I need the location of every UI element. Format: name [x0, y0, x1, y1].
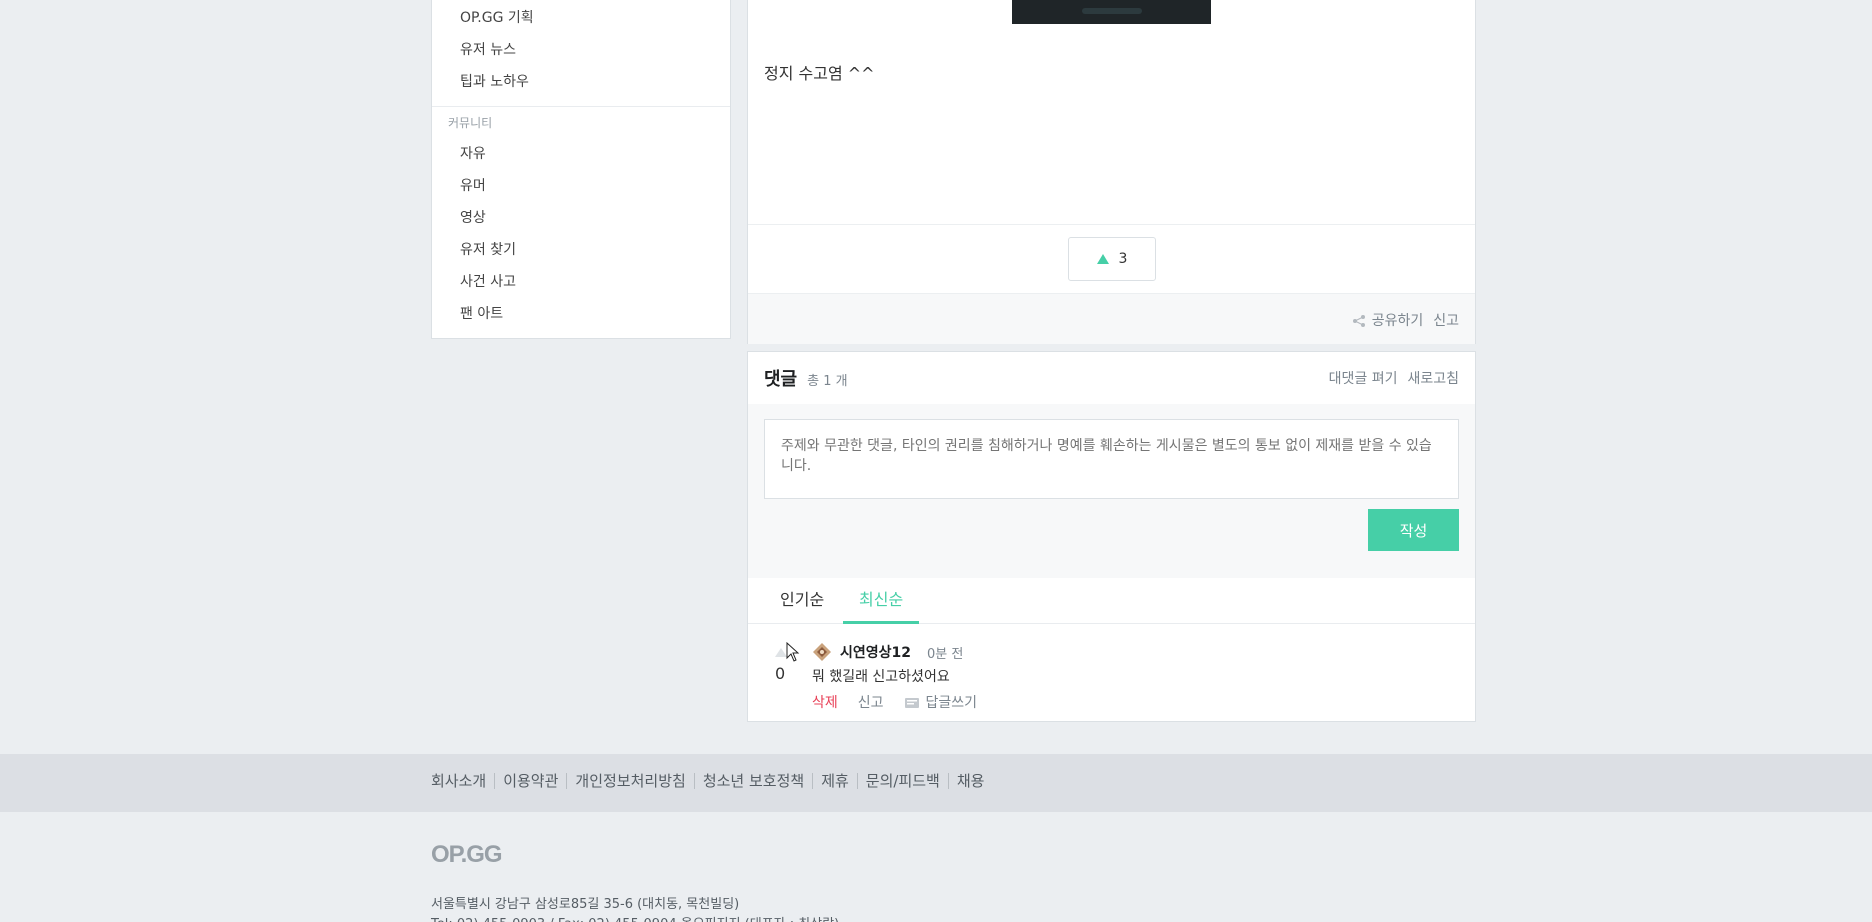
comment-report-button[interactable]: 신고	[858, 692, 884, 712]
post-card: 정지 수고염 ^^ 3 공유하기 신고	[747, 0, 1476, 344]
sidebar-item-incident[interactable]: 사건 사고	[460, 272, 516, 292]
comments-count: 총 1 개	[807, 374, 848, 389]
post-divider	[748, 224, 1475, 225]
comment-item: 0 시연영상12 0분 전 뭐 했길래 신고하셨어요 삭제 신고 답글쓰기	[748, 624, 1475, 722]
footer-contact: Tel: 02) 455-0903 / Fax: 02) 455-0904 옵으…	[431, 913, 839, 922]
expand-replies-button[interactable]: 대댓글 펴기	[1329, 368, 1398, 388]
sidebar-item-free[interactable]: 자유	[460, 144, 486, 164]
footer-link-feedback[interactable]: 문의/피드백	[856, 773, 948, 789]
tab-popular[interactable]: 인기순	[764, 590, 840, 624]
comment-score: 0	[775, 664, 786, 683]
comment-sort-tabs: 인기순 최신순	[748, 578, 1475, 624]
comment-time: 0분 전	[927, 646, 964, 662]
tier-badge-icon	[813, 643, 831, 661]
sidebar-item-humor[interactable]: 유머	[460, 176, 486, 196]
sidebar-item-find-user[interactable]: 유저 찾기	[460, 240, 516, 260]
refresh-button[interactable]: 새로고침	[1407, 368, 1459, 388]
comments-section: 댓글 총 1 개 대댓글 펴기 새로고침 작성 인기순 최신순 0 시연영상12…	[747, 351, 1476, 722]
sidebar-item-tips[interactable]: 팁과 노하우	[460, 72, 529, 92]
comment-submit-button[interactable]: 작성	[1368, 509, 1459, 551]
comment-delete-button[interactable]: 삭제	[812, 692, 838, 712]
community-sidebar: OP.GG 기획 유저 뉴스 팁과 노하우 커뮤니티 자유 유머 영상 유저 찾…	[431, 0, 731, 339]
footer-link-youth[interactable]: 청소년 보호정책	[693, 773, 812, 789]
footer-link-company[interactable]: 회사소개	[431, 773, 494, 789]
reply-icon	[904, 698, 919, 708]
sidebar-item-fan-art[interactable]: 팬 아트	[460, 304, 503, 324]
sidebar-section-community: 커뮤니티	[448, 116, 493, 130]
sidebar-divider	[432, 106, 730, 107]
footer-logo: OP.GG	[431, 841, 503, 868]
tab-latest[interactable]: 최신순	[843, 590, 920, 624]
sidebar-item-user-news[interactable]: 유저 뉴스	[460, 40, 516, 60]
footer-nav: 회사소개 이용약관 개인정보처리방침 청소년 보호정책 제휴 문의/피드백 채용	[0, 754, 1872, 812]
comment-author[interactable]: 시연영상12	[840, 642, 911, 662]
footer-link-careers[interactable]: 채용	[947, 773, 993, 789]
upvote-button[interactable]: 3	[1068, 237, 1156, 281]
upvote-arrow-icon	[1096, 254, 1109, 264]
footer-link-terms[interactable]: 이용약관	[494, 773, 566, 789]
upvote-count: 3	[1118, 251, 1128, 267]
comments-title: 댓글	[764, 369, 798, 390]
comment-input[interactable]	[764, 419, 1459, 499]
footer-link-partnership[interactable]: 제휴	[812, 773, 857, 789]
share-button[interactable]: 공유하기	[1352, 310, 1424, 330]
post-body-text: 정지 수고염 ^^	[764, 64, 875, 83]
comment-write-area: 작성	[748, 404, 1475, 578]
footer-main: OP.GG 서울특별시 강남구 삼성로85길 35-6 (대치동, 목천빌딩) …	[0, 812, 1872, 922]
footer-link-privacy[interactable]: 개인정보처리방침	[566, 773, 693, 789]
post-footer: 공유하기 신고	[748, 293, 1475, 344]
reply-label: 답글쓰기	[925, 695, 978, 711]
post-video-image[interactable]	[1012, 0, 1211, 24]
footer-address: 서울특별시 강남구 삼성로85길 35-6 (대치동, 목천빌딩)	[431, 897, 740, 912]
share-label: 공유하기	[1371, 313, 1424, 329]
comment-reply-button[interactable]: 답글쓰기	[904, 692, 978, 712]
share-icon	[1352, 315, 1365, 327]
comment-text: 뭐 했길래 신고하셨어요	[812, 669, 950, 685]
post-report-button[interactable]: 신고	[1433, 310, 1459, 330]
sidebar-item-video[interactable]: 영상	[460, 208, 486, 228]
sidebar-item-opgg-plan[interactable]: OP.GG 기획	[460, 8, 534, 28]
mouse-cursor-icon	[786, 642, 800, 662]
